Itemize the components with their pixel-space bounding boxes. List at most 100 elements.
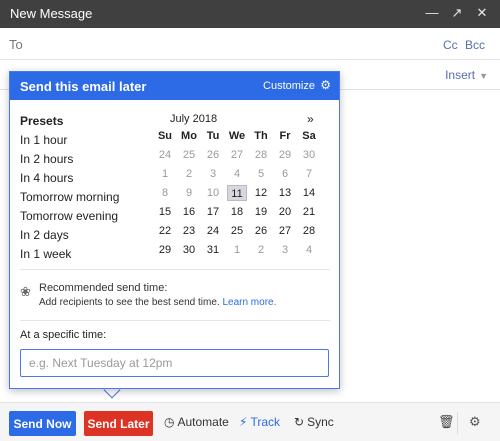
preset-in-1-week[interactable]: In 1 week xyxy=(20,247,71,261)
track-button[interactable]: ⚡ Track xyxy=(239,415,280,429)
calendar-day[interactable]: 4 xyxy=(299,242,319,258)
calendar-day[interactable]: 30 xyxy=(179,242,199,258)
preset-tomorrow-evening[interactable]: Tomorrow evening xyxy=(20,209,118,223)
calendar-day[interactable]: 17 xyxy=(203,204,223,220)
calendar-day[interactable]: 7 xyxy=(299,166,319,182)
calendar-day[interactable]: 1 xyxy=(155,166,175,182)
calendar-day[interactable]: 29 xyxy=(155,242,175,258)
calendar-day[interactable]: 28 xyxy=(299,223,319,239)
calendar-day[interactable]: 1 xyxy=(227,242,247,258)
popup-header: Send this email later Customize ⚙ xyxy=(10,72,339,100)
calendar-day[interactable]: 8 xyxy=(155,185,175,201)
calendar-day[interactable]: 3 xyxy=(203,166,223,182)
calendar-day[interactable]: 6 xyxy=(275,166,295,182)
window-title: New Message xyxy=(10,6,93,21)
preset-in-4-hours[interactable]: In 4 hours xyxy=(20,171,73,185)
calendar-day[interactable]: 2 xyxy=(179,166,199,182)
calendar-day[interactable]: 28 xyxy=(251,147,271,163)
calendar-day[interactable]: 29 xyxy=(275,147,295,163)
chevron-down-icon: ▼ xyxy=(479,71,488,81)
compose-titlebar: New Message — ↗ ✕ xyxy=(0,0,500,28)
send-now-button[interactable]: Send Now xyxy=(9,411,76,436)
divider xyxy=(20,269,330,270)
minimize-icon[interactable]: — xyxy=(424,5,440,21)
recommended-message: Add recipients to see the best send time… xyxy=(39,297,220,308)
weekday-header: Mo xyxy=(181,130,197,142)
calendar-day[interactable]: 25 xyxy=(179,147,199,163)
calendar-day[interactable]: 27 xyxy=(275,223,295,239)
automate-button[interactable]: ◷ Automate xyxy=(164,415,229,429)
toolbar-separator xyxy=(457,412,458,434)
preset-tomorrow-morning[interactable]: Tomorrow morning xyxy=(20,190,119,204)
weekday-header: Tu xyxy=(206,130,220,142)
cc-link[interactable]: Cc xyxy=(443,38,458,52)
calendar-day[interactable]: 25 xyxy=(227,223,247,239)
automate-label: Automate xyxy=(177,415,229,429)
close-icon[interactable]: ✕ xyxy=(474,5,490,21)
clock-icon: ◷ xyxy=(164,415,175,429)
calendar-day[interactable]: 3 xyxy=(275,242,295,258)
calendar-month: July 2018 xyxy=(170,113,218,125)
preset-in-2-hours[interactable]: In 2 hours xyxy=(20,152,73,166)
customize-link[interactable]: Customize xyxy=(263,80,315,92)
calendar-day[interactable]: 12 xyxy=(251,185,271,201)
calendar-day[interactable]: 24 xyxy=(203,223,223,239)
presets-heading: Presets xyxy=(20,114,64,128)
expand-icon[interactable]: ↗ xyxy=(449,5,465,21)
to-label: To xyxy=(9,37,23,52)
gear-icon[interactable]: ⚙ xyxy=(320,78,331,92)
insert-menu[interactable]: Insert ▼ xyxy=(445,68,488,82)
specific-time-label: At a specific time: xyxy=(20,329,107,341)
settings-icon[interactable]: ⚙ xyxy=(469,414,481,430)
weekday-header: Fr xyxy=(279,130,291,142)
preset-in-2-days[interactable]: In 2 days xyxy=(20,228,69,242)
calendar-day[interactable]: 13 xyxy=(275,185,295,201)
calendar-day[interactable]: 14 xyxy=(299,185,319,201)
popup-title: Send this email later xyxy=(20,79,147,94)
calendar-day[interactable]: 22 xyxy=(155,223,175,239)
calendar-day[interactable]: 16 xyxy=(179,204,199,220)
calendar-day[interactable]: 26 xyxy=(251,223,271,239)
send-later-button[interactable]: Send Later xyxy=(84,411,153,436)
compose-toolbar: Send Now Send Later ◷ Automate ⚡ Track ↻ Sy… xyxy=(0,402,500,441)
divider xyxy=(20,320,330,321)
recommended-text: Add recipients to see the best send time… xyxy=(39,297,276,308)
calendar-day[interactable]: 31 xyxy=(203,242,223,258)
calendar-day[interactable]: 30 xyxy=(299,147,319,163)
insert-label: Insert xyxy=(445,68,476,82)
calendar-day[interactable]: 19 xyxy=(251,204,271,220)
next-month-button[interactable]: » xyxy=(307,112,314,126)
calendar-day[interactable]: 2 xyxy=(251,242,271,258)
calendar-day[interactable]: 15 xyxy=(155,204,175,220)
weekday-header: Su xyxy=(157,130,173,142)
specific-time-input[interactable] xyxy=(20,349,329,377)
recommended-title: Recommended send time: xyxy=(39,282,168,294)
calendar-day[interactable]: 18 xyxy=(227,204,247,220)
lightning-icon: ⚡ xyxy=(239,415,248,429)
sync-button[interactable]: ↻ Sync xyxy=(294,415,334,429)
weekday-header: Sa xyxy=(302,130,316,142)
calendar-day[interactable]: 27 xyxy=(227,147,247,163)
track-label: Track xyxy=(250,415,280,429)
calendar-day[interactable]: 4 xyxy=(227,166,247,182)
preset-in-1-hour[interactable]: In 1 hour xyxy=(20,133,67,147)
learn-more-link[interactable]: Learn more. xyxy=(222,297,276,308)
calendar-day[interactable]: 10 xyxy=(203,185,223,201)
brain-icon: ❀ xyxy=(20,284,31,299)
calendar-day-today[interactable]: 11 xyxy=(227,185,247,201)
trash-icon[interactable]: 🗑 xyxy=(438,414,455,430)
sync-label: Sync xyxy=(307,415,334,429)
calendar-day[interactable]: 26 xyxy=(203,147,223,163)
calendar-day[interactable]: 21 xyxy=(299,204,319,220)
calendar-day[interactable]: 23 xyxy=(179,223,199,239)
to-row[interactable]: To Cc Bcc xyxy=(0,28,500,60)
calendar-day[interactable]: 20 xyxy=(275,204,295,220)
weekday-header: We xyxy=(228,130,246,142)
sync-icon: ↻ xyxy=(294,415,305,429)
calendar-day[interactable]: 9 xyxy=(179,185,199,201)
calendar-day[interactable]: 24 xyxy=(155,147,175,163)
bcc-link[interactable]: Bcc xyxy=(465,38,485,52)
weekday-header: Th xyxy=(254,130,268,142)
calendar-day[interactable]: 5 xyxy=(251,166,271,182)
send-later-popup: Send this email later Customize ⚙ Preset… xyxy=(9,71,340,389)
